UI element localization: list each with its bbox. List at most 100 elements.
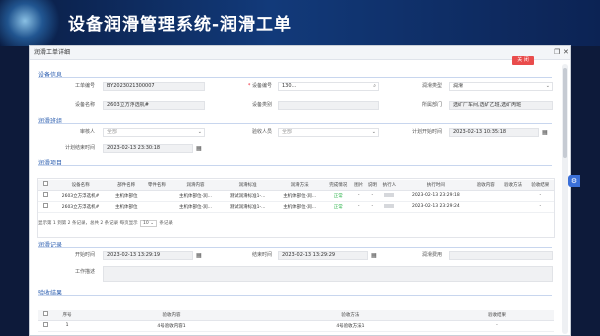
maximize-icon[interactable]: ❐	[554, 48, 560, 57]
cell: -	[351, 190, 366, 202]
order-no-field: BY2023021300007	[103, 82, 205, 91]
cell: -	[526, 201, 554, 213]
cell	[472, 190, 500, 202]
acceptor-select[interactable]: 全部 ⌄	[278, 128, 379, 137]
scroll-thumb[interactable]	[563, 68, 567, 158]
cell: 主机体部位-润...	[274, 201, 325, 213]
cell: 主机体部位-润...	[170, 201, 221, 213]
logo-glow	[0, 0, 60, 46]
acceptance-table-header: 序号 验收内容 验收方法 验收结果	[38, 310, 554, 321]
close-icon[interactable]: ✕	[563, 48, 569, 57]
col-header: 验收方法	[499, 180, 527, 191]
redacted-name	[384, 203, 395, 208]
col-header: 零件名称	[143, 180, 171, 191]
cell	[472, 201, 500, 213]
divider	[38, 77, 552, 78]
start-plan-label: 计划开始时间	[411, 129, 442, 135]
record-end-label: 结束时间	[251, 252, 272, 258]
items-table-header: 设备名称 部件名称 零件名称 润滑内容 润滑标准 润滑方法 完成情况 图片 说明…	[38, 180, 554, 191]
lube-type-select[interactable]: 润滑 ⌄	[449, 82, 553, 91]
device-name-field: 2603立方浮选机#	[103, 101, 205, 110]
chevron-down-icon: ⌄	[197, 129, 202, 135]
acceptance-table: 序号 验收内容 验收方法 验收结果 1 4号验收内容1 4号验收方法1 -	[38, 310, 554, 332]
col-header: 执行时间	[399, 180, 473, 191]
col-header: 说明	[365, 180, 380, 191]
settings-icon[interactable]: ⚙	[568, 175, 580, 187]
col-header: 润滑内容	[170, 180, 221, 191]
executor-cell	[379, 201, 400, 213]
cell: 2603立方浮选机#	[52, 201, 110, 213]
cost-field[interactable]	[449, 251, 553, 260]
table-row[interactable]: 2603立方浮选机# 主机体部位 主机体部位-润... 测试润滑标准1-... …	[38, 190, 554, 202]
pager-text: 显示第 1 到第 2 条记录，总共 2 条记录 每页显示	[38, 221, 138, 226]
divider	[38, 165, 552, 166]
device-class-label: 设备类别	[251, 102, 272, 108]
calendar-icon[interactable]: ▦	[371, 252, 377, 259]
device-no-field[interactable]: 130... ⌕	[278, 82, 379, 91]
chevron-down-icon: ⌄	[545, 83, 550, 89]
select-all-checkbox[interactable]	[42, 181, 48, 187]
col-header: 执行人	[379, 180, 400, 191]
row-checkbox[interactable]	[42, 203, 48, 208]
cell	[499, 190, 527, 202]
row-checkbox[interactable]	[42, 322, 48, 327]
items-table: 设备名称 部件名称 零件名称 润滑内容 润滑标准 润滑方法 完成情况 图片 说明…	[38, 180, 554, 213]
location-label: 所属部门	[421, 102, 442, 108]
pagination: 显示第 1 到第 2 条记录，总共 2 条记录 每页显示 10 ⌄ 条记录	[38, 220, 173, 227]
record-end-field[interactable]: 2023-02-13 13:29:29	[278, 251, 368, 260]
col-header: 序号	[52, 310, 82, 321]
row-checkbox[interactable]	[42, 192, 48, 197]
col-header: 设备名称	[52, 180, 110, 191]
cell: 主机体部位-润...	[170, 190, 221, 202]
cell: 测试润滑标准1-...	[220, 201, 275, 213]
close-button[interactable]: 关 闭	[512, 56, 534, 65]
calendar-icon[interactable]: ▦	[196, 145, 202, 152]
end-plan-label: 计划结束时间	[64, 145, 95, 151]
reviewer-select[interactable]: 全部 ⌄	[103, 128, 205, 137]
calendar-icon[interactable]: ▦	[542, 129, 548, 136]
dialog-scrollbar[interactable]	[562, 64, 568, 334]
cell: -	[526, 190, 554, 202]
cell: 2603立方浮选机#	[52, 190, 110, 202]
cell: -	[351, 201, 366, 213]
select-all-checkbox[interactable]	[42, 311, 48, 317]
cell: 4号验收内容1	[82, 320, 261, 332]
reviewer-label: 审核人	[79, 129, 95, 135]
cell: 主机体部位	[109, 190, 144, 202]
executor-cell	[379, 190, 400, 202]
lube-type-label: 润滑类型	[421, 83, 442, 89]
close-label: 关 闭	[517, 57, 529, 63]
start-plan-field[interactable]: 2023-02-13 10:35:18	[449, 128, 539, 137]
end-plan-field[interactable]: 2023-02-13 23:30:18	[103, 144, 193, 153]
table-row[interactable]: 1 4号验收内容1 4号验收方法1 -	[38, 320, 554, 332]
col-header: 润滑标准	[220, 180, 275, 191]
cell: -	[365, 190, 380, 202]
cell: 4号验收方法1	[260, 320, 440, 332]
col-header: 验收方法	[260, 310, 440, 321]
table-row[interactable]: 2603立方浮选机# 主机体部位 主机体部位-润... 测试润滑标准1-... …	[38, 201, 554, 213]
record-start-field[interactable]: 2023-02-13 13:29:19	[103, 251, 193, 260]
cell	[499, 201, 527, 213]
chevron-down-icon: ⌄	[371, 129, 376, 135]
cell: 2023-02-13 23:29:18	[399, 190, 473, 202]
desc-textarea[interactable]	[103, 266, 553, 282]
dialog-title: 润滑工单详细	[34, 49, 71, 56]
app-title: 设备润滑管理系统-润滑工单	[68, 15, 293, 35]
cell: 测试润滑标准1-...	[220, 190, 275, 202]
pager-suffix: 条记录	[159, 221, 173, 226]
divider	[38, 295, 552, 296]
col-header: 完成情况	[324, 180, 352, 191]
device-no-label: * 设备编号	[247, 83, 272, 89]
cell: 主机体部位-润...	[274, 190, 325, 202]
divider	[38, 123, 552, 124]
location-field: 选矿厂车间,选矿乙班,选矿丙班	[449, 101, 553, 110]
cell	[143, 190, 171, 202]
cell: 1	[52, 320, 82, 332]
acceptor-label: 验收人员	[251, 129, 272, 135]
calendar-icon[interactable]: ▦	[196, 252, 202, 259]
col-header: 图片	[351, 180, 366, 191]
col-header: 验收内容	[82, 310, 261, 321]
search-icon[interactable]: ⌕	[373, 83, 376, 90]
col-header: 验收结果	[526, 180, 554, 191]
page-size-select[interactable]: 10 ⌄	[140, 220, 157, 227]
